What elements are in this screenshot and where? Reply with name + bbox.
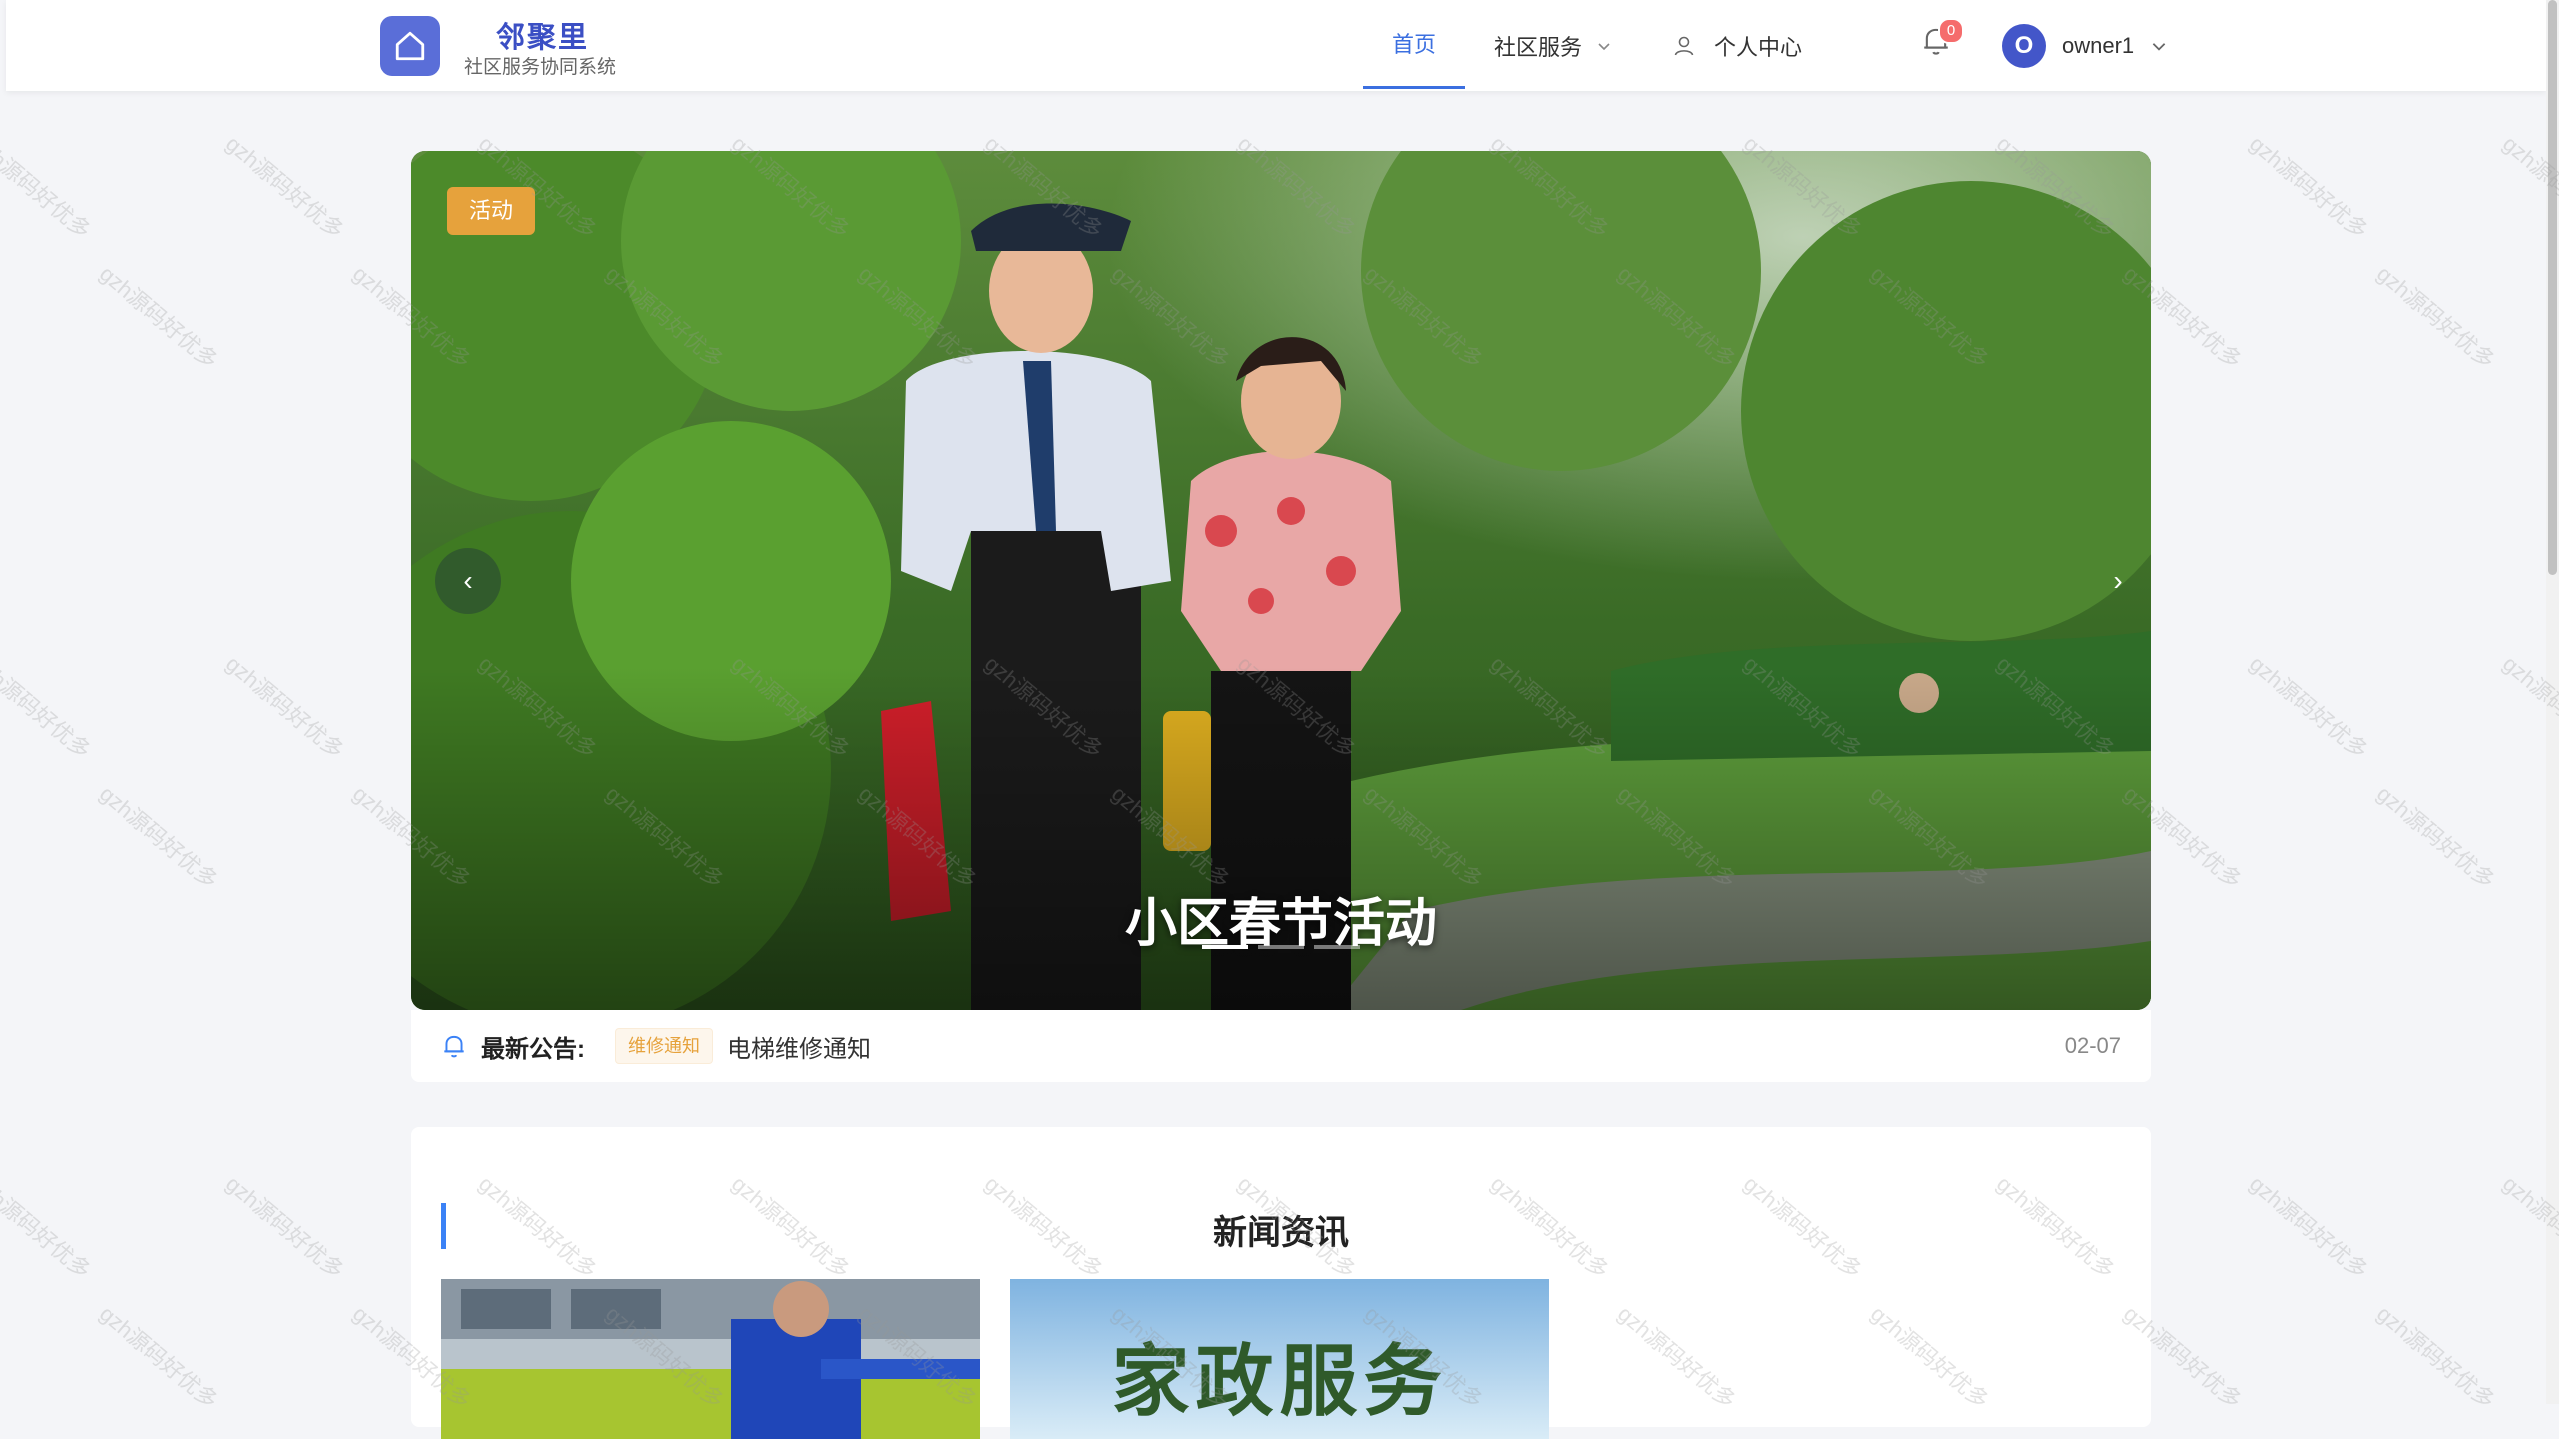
carousel-indicators: [411, 945, 2151, 949]
notice-tag: 维修通知: [615, 1028, 713, 1064]
watermark-text: gzh源码好优多: [2245, 650, 2373, 764]
watermark-text: gzh源码好优多: [2372, 260, 2500, 374]
home-icon: [395, 31, 425, 61]
scrollbar-thumb[interactable]: [2548, 0, 2557, 575]
chevron-down-icon: [2152, 42, 2166, 51]
watermark-text: gzh源码好优多: [0, 130, 96, 244]
notice-date: 02-07: [2064, 1033, 2121, 1058]
watermark-text: gzh源码好优多: [2245, 130, 2373, 244]
banner-carousel[interactable]: 活动 小区春节活动 ‹ ›: [411, 151, 2151, 1010]
carousel-prev-button[interactable]: ‹: [435, 548, 501, 614]
chevron-left-icon: ‹: [463, 565, 473, 596]
notice-text[interactable]: 电梯维修通知: [727, 1029, 871, 1064]
watermark-text: gzh源码好优多: [2372, 1300, 2500, 1404]
notification-button[interactable]: 0: [1920, 18, 1964, 64]
logo[interactable]: [380, 16, 440, 76]
watermark-text: gzh源码好优多: [2372, 780, 2500, 894]
latest-notice-bar[interactable]: 最新公告: 维修通知 电梯维修通知 02-07: [411, 1010, 2151, 1082]
notification-badge: 0: [1938, 18, 1964, 44]
chevron-right-icon: ›: [2113, 565, 2123, 596]
news-section: 新闻资讯 家政服务: [411, 1127, 2151, 1439]
watermark-text: gzh源码好优多: [0, 1170, 96, 1284]
carousel-indicator[interactable]: [1314, 945, 1360, 949]
watermark-text: gzh源码好优多: [221, 1170, 349, 1284]
watermark-text: gzh源码好优多: [221, 650, 349, 764]
slide-category-tag: 活动: [447, 187, 536, 235]
nav-profile-label: 个人中心: [1714, 34, 1803, 60]
carousel-indicator[interactable]: [1202, 945, 1248, 949]
user-menu[interactable]: O owner1: [2002, 0, 2168, 91]
nav-home[interactable]: 首页: [1363, 0, 1465, 89]
news-card[interactable]: 家政服务: [1010, 1279, 1549, 1439]
news-section-title: 新闻资讯: [1213, 1214, 1349, 1252]
carousel-next-button[interactable]: ›: [2085, 548, 2151, 614]
bell-icon: [444, 1035, 464, 1058]
avatar: O: [2002, 23, 2046, 68]
watermark-text: gzh源码好优多: [95, 780, 223, 894]
news-card-banner-text: 家政服务: [1111, 1336, 1448, 1427]
top-header: 邻聚里 社区服务协同系统 首页 社区服务 个人中心 0 O owner1: [6, 0, 2546, 91]
brand-name: 邻聚里: [496, 22, 590, 54]
nav-community-services[interactable]: 社区服务: [1494, 0, 1612, 91]
nav-personal-center[interactable]: 个人中心: [1672, 0, 1802, 91]
watermark-text: gzh源码好优多: [2245, 1170, 2373, 1284]
nav-services-label: 社区服务: [1494, 34, 1583, 60]
username: owner1: [2062, 32, 2135, 58]
user-icon: [1674, 36, 1694, 55]
news-card-image: [441, 1279, 980, 1439]
watermark-text: gzh源码好优多: [0, 650, 96, 764]
notice-label: 最新公告:: [481, 1035, 585, 1063]
brand-subtitle: 社区服务协同系统: [464, 57, 617, 78]
watermark-text: gzh源码好优多: [95, 260, 223, 374]
carousel-indicator[interactable]: [1258, 945, 1304, 949]
watermark-text: gzh源码好优多: [95, 1300, 223, 1404]
chevron-down-icon: [1598, 42, 1610, 50]
news-card[interactable]: [441, 1279, 980, 1439]
watermark-text: gzh源码好优多: [221, 130, 349, 244]
